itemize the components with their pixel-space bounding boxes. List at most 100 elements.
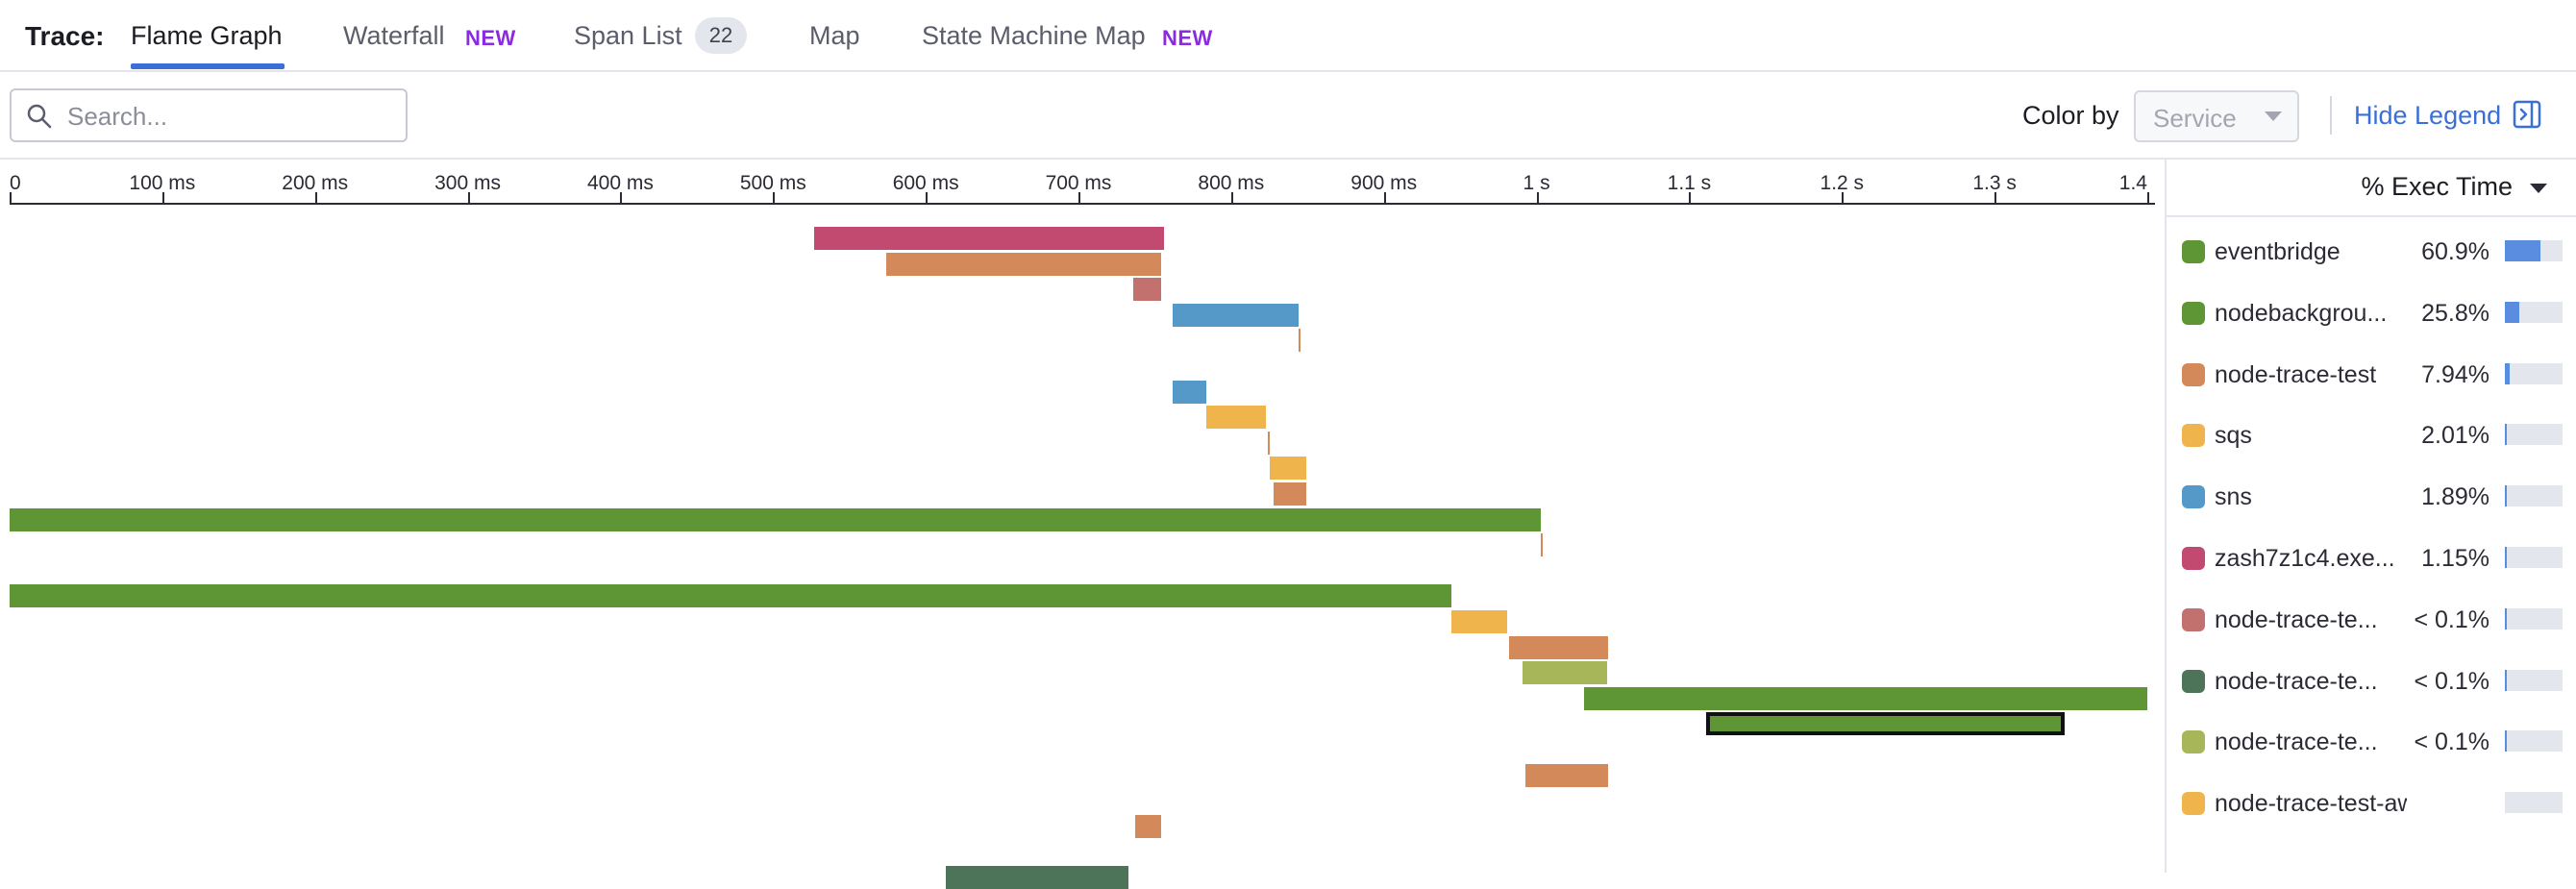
axis-tick-label: 1.4	[2118, 172, 2147, 194]
legend-service-name: node-trace-test-aws-...	[2215, 790, 2407, 818]
legend-service-name: node-trace-te...	[2215, 605, 2378, 633]
legend-percent-bar	[2505, 362, 2563, 384]
legend-service-name: zash7z1c4.exe...	[2215, 545, 2395, 572]
legend-swatch	[2182, 669, 2205, 693]
flame-span[interactable]	[814, 227, 1164, 250]
legend-swatch	[2182, 362, 2205, 386]
legend-percent-bar	[2505, 485, 2563, 507]
legend-percent-bar	[2505, 792, 2563, 814]
flame-span[interactable]	[1269, 457, 1306, 481]
chevron-down-icon[interactable]	[2530, 184, 2547, 193]
legend-percent-bar-fill	[2505, 730, 2507, 753]
span-count-badge: 22	[695, 17, 747, 54]
flame-span[interactable]	[885, 252, 1161, 276]
exec-time-sort-label[interactable]: % Exec Time	[2361, 172, 2513, 202]
flame-span[interactable]	[1206, 406, 1267, 430]
legend-item[interactable]: eventbridge 60.9%	[2167, 233, 2576, 271]
flame-span[interactable]	[1523, 661, 1607, 685]
legend-percent-bar-fill	[2505, 669, 2507, 691]
legend-exec-percent: < 0.1%	[2414, 728, 2489, 756]
hide-legend-button[interactable]: Hide Legend	[2354, 101, 2501, 131]
legend-item[interactable]: nodebackgrou... 25.8%	[2167, 294, 2576, 333]
tab-bar: Trace: Flame Graph Waterfall NEW Span Li…	[0, 0, 2576, 72]
flame-span[interactable]	[10, 507, 1542, 531]
color-by-value: Service	[2153, 104, 2237, 133]
flame-span[interactable]	[1274, 482, 1306, 506]
legend-item[interactable]: zash7z1c4.exe... 1.15%	[2167, 539, 2576, 578]
flame-span[interactable]	[1508, 635, 1609, 659]
legend-percent-bar	[2505, 424, 2563, 446]
tab-span-list[interactable]: Span List	[574, 21, 682, 51]
color-by-label: Color by	[2022, 101, 2119, 130]
legend-percent-bar-fill	[2505, 301, 2520, 323]
trace-label: Trace:	[25, 21, 105, 51]
flame-span[interactable]	[1173, 380, 1207, 404]
flame-span[interactable]	[1541, 533, 1544, 557]
legend-service-name: sqs	[2215, 422, 2252, 450]
legend-swatch	[2182, 424, 2205, 448]
tab-map[interactable]: Map	[809, 21, 860, 51]
legend-percent-bar	[2505, 240, 2563, 261]
flame-span[interactable]	[1450, 610, 1508, 633]
legend-exec-percent: < 0.1%	[2414, 667, 2489, 695]
legend-item[interactable]: node-trace-te... < 0.1%	[2167, 723, 2576, 761]
flame-span[interactable]	[1525, 763, 1609, 787]
legend-swatch	[2182, 607, 2205, 631]
flame-span[interactable]	[1267, 431, 1270, 455]
search-input[interactable]	[67, 100, 394, 133]
legend-exec-percent: < 0.1%	[2414, 605, 2489, 633]
legend-swatch	[2182, 547, 2205, 570]
legend-exec-percent: 60.9%	[2421, 238, 2489, 265]
legend-percent-bar-fill	[2505, 362, 2510, 384]
legend-item[interactable]: node-trace-te... < 0.1%	[2167, 662, 2576, 701]
flame-span[interactable]	[1173, 303, 1299, 327]
tab-flame-graph[interactable]: Flame Graph	[131, 21, 283, 51]
legend-service-name: node-trace-te...	[2215, 728, 2378, 756]
axis-tick-label: 100 ms	[129, 172, 196, 194]
legend-service-name: nodebackgrou...	[2215, 299, 2388, 327]
flame-span[interactable]	[945, 866, 1129, 889]
legend-percent-bar-fill	[2505, 485, 2507, 507]
legend-item[interactable]: node-trace-test-aws-...	[2167, 784, 2576, 823]
flame-span[interactable]	[1298, 329, 1300, 353]
flame-span[interactable]	[1133, 278, 1161, 302]
legend-percent-bar	[2505, 301, 2563, 323]
legend-swatch	[2182, 730, 2205, 754]
legend-percent-bar	[2505, 547, 2563, 568]
axis-tick-label: 600 ms	[892, 172, 959, 194]
tab-state-machine-map[interactable]: State Machine Map	[922, 21, 1146, 51]
flame-span[interactable]	[1583, 686, 2147, 710]
legend-header[interactable]: % Exec Time	[2167, 160, 2576, 217]
legend-panel: % Exec Time eventbridge 60.9% nodebackgrou…	[2167, 160, 2576, 873]
flame-span[interactable]	[1134, 814, 1161, 838]
axis-tick-label: 500 ms	[739, 172, 806, 194]
legend-percent-bar-fill	[2505, 607, 2507, 630]
legend-service-name: node-trace-test	[2215, 360, 2377, 388]
axis-tick-label: 900 ms	[1350, 172, 1418, 194]
legend-item[interactable]: sns 1.89%	[2167, 478, 2576, 516]
search-box[interactable]	[10, 88, 408, 142]
new-badge: NEW	[465, 26, 516, 50]
legend-exec-percent: 2.01%	[2421, 422, 2489, 450]
legend-item[interactable]: node-trace-test 7.94%	[2167, 356, 2576, 394]
axis-tick-label: 400 ms	[586, 172, 654, 194]
legend-percent-bar	[2505, 669, 2563, 691]
legend-service-name: node-trace-te...	[2215, 667, 2378, 695]
active-tab-indicator	[131, 63, 285, 69]
collapse-panel-icon[interactable]	[2513, 100, 2541, 129]
axis-tick-label: 0	[10, 172, 21, 194]
legend-swatch	[2182, 301, 2205, 325]
legend-item[interactable]: sqs 2.01%	[2167, 416, 2576, 455]
axis-tick-label: 1 s	[1523, 172, 1550, 194]
flame-graph[interactable]: 0 100 ms 200 ms 300 ms 400 ms 500 ms 600 ms 700…	[0, 160, 2165, 889]
legend-swatch	[2182, 240, 2205, 263]
flame-span-selected[interactable]	[1705, 712, 2066, 736]
legend-swatch	[2182, 485, 2205, 509]
toolbar-divider	[2330, 96, 2332, 135]
tab-waterfall[interactable]: Waterfall	[343, 21, 445, 51]
legend-service-name: sns	[2215, 483, 2252, 511]
legend-service-name: eventbridge	[2215, 238, 2341, 265]
flame-span[interactable]	[10, 584, 1451, 608]
legend-item[interactable]: node-trace-te... < 0.1%	[2167, 601, 2576, 639]
color-by-select[interactable]: Service	[2134, 90, 2299, 142]
